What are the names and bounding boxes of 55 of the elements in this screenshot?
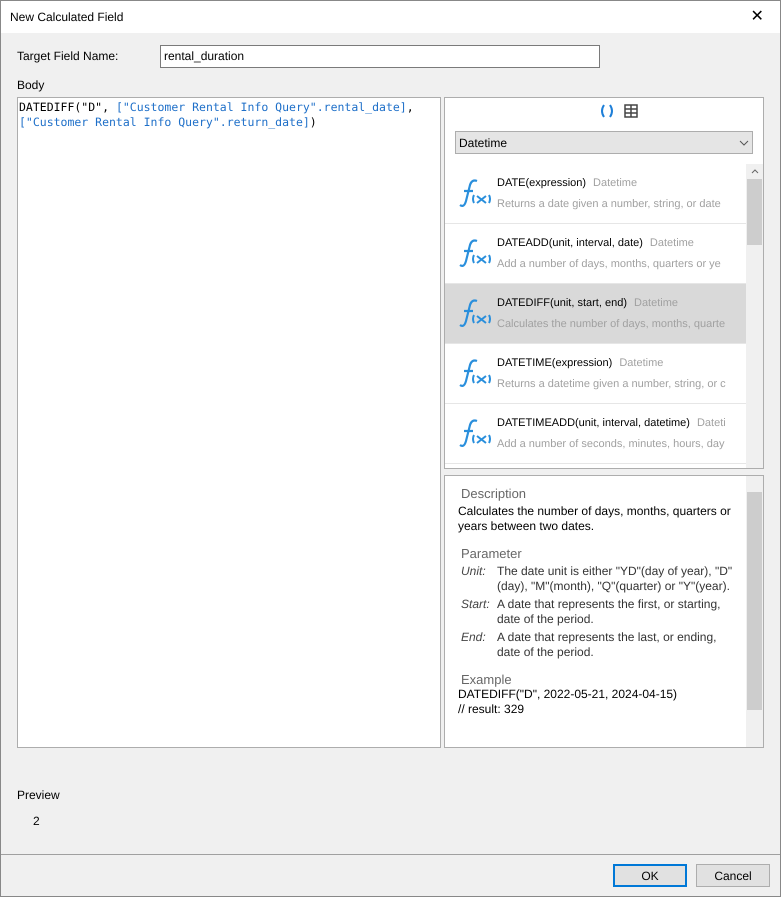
close-button[interactable]: ✕ bbox=[734, 1, 780, 33]
function-summary: Calculates the number of days, months, quarte bbox=[497, 317, 726, 332]
function-category: Datetime bbox=[619, 356, 664, 370]
function-category: Datetime bbox=[634, 296, 678, 310]
chevron-down-icon bbox=[739, 140, 749, 146]
function-category: Dateti bbox=[696, 416, 726, 430]
description-text: Calculates the number of days, months, quarters or years between two dates. bbox=[458, 504, 732, 534]
section-heading: Parameter bbox=[460, 546, 523, 561]
preview-label: Preview bbox=[17, 787, 61, 802]
ok-button[interactable]: OK bbox=[613, 864, 687, 887]
function-icon bbox=[458, 418, 491, 448]
dropdown-value: Datetime bbox=[459, 134, 508, 152]
section-heading: Example bbox=[460, 672, 513, 687]
function-summary: Add a number of days, months, quarters or ye bbox=[497, 257, 721, 272]
table-icon[interactable] bbox=[624, 104, 638, 118]
parameter-description: A date that represents the first, or starting, date of the period. bbox=[497, 597, 722, 627]
parameter-description: A date that represents the last, or ending, date of the period. bbox=[497, 630, 718, 660]
code-line: DATEDIFF("D", ["Customer Rental Info Query".rental_date], bbox=[19, 100, 415, 115]
function-icon bbox=[458, 298, 491, 328]
function-category: Datetime bbox=[593, 176, 638, 190]
parameter-name: Unit: bbox=[461, 564, 487, 580]
function-signature: DATEDIFF(unit, start, end) bbox=[497, 296, 627, 310]
parentheses-icon[interactable] bbox=[600, 104, 614, 118]
window-title: New Calculated Field bbox=[10, 9, 124, 26]
function-icon bbox=[458, 358, 491, 388]
parameter-description: The date unit is either "YD"(day of year), "D"(day), "M"(month), "Q"(quarter) or "Y"(year). bbox=[497, 564, 733, 594]
example-line: // result: 329 bbox=[458, 702, 526, 717]
function-summary: Returns a datetime given a number, string, or c bbox=[497, 377, 726, 392]
scrollbar-thumb[interactable] bbox=[747, 492, 762, 710]
example-line: DATEDIFF("D", 2022-05-21, 2024-04-15) bbox=[458, 687, 678, 702]
function-summary: Add a number of seconds, minutes, hours, day bbox=[497, 437, 726, 452]
field-label: Target Field Name: bbox=[17, 48, 120, 65]
category-dropdown[interactable]: Datetime bbox=[455, 131, 753, 154]
scrollbar[interactable] bbox=[746, 164, 763, 468]
function-signature: DATEADD(unit, interval, date) bbox=[497, 236, 643, 250]
scrollbar-thumb[interactable] bbox=[747, 179, 762, 245]
code-editor[interactable]: DATEDIFF("D", ["Customer Rental Info Query".rental_date], ["Customer Rental Info Query".return_date]) bbox=[17, 97, 441, 748]
code-line: ["Customer Rental Info Query".return_date]) bbox=[19, 115, 318, 130]
parameter-name: End: bbox=[461, 630, 487, 646]
parameter-name: Start: bbox=[461, 597, 491, 613]
function-list-item[interactable]: DATEDIFF(unit, start, end) Datetime Calculates the number of days, months, quarte bbox=[445, 284, 746, 344]
function-category: Datetime bbox=[650, 236, 694, 250]
cancel-button[interactable]: Cancel bbox=[696, 864, 770, 887]
scrollbar[interactable] bbox=[746, 476, 763, 747]
scroll-up-icon[interactable] bbox=[750, 169, 758, 174]
function-summary: Returns a date given a number, string, or date bbox=[497, 197, 721, 212]
target-field-name-input[interactable]: rental_duration bbox=[160, 44, 600, 68]
function-icon bbox=[458, 238, 491, 268]
function-signature: DATE(expression) bbox=[497, 176, 586, 190]
section-heading: Description bbox=[460, 486, 528, 501]
function-signature: DATETIME(expression) bbox=[497, 356, 612, 370]
body-label: Body bbox=[17, 77, 46, 92]
function-signature: DATETIMEADD(unit, interval, datetime) bbox=[497, 416, 690, 430]
function-icon bbox=[458, 178, 491, 208]
preview-value: 2 bbox=[32, 813, 41, 830]
